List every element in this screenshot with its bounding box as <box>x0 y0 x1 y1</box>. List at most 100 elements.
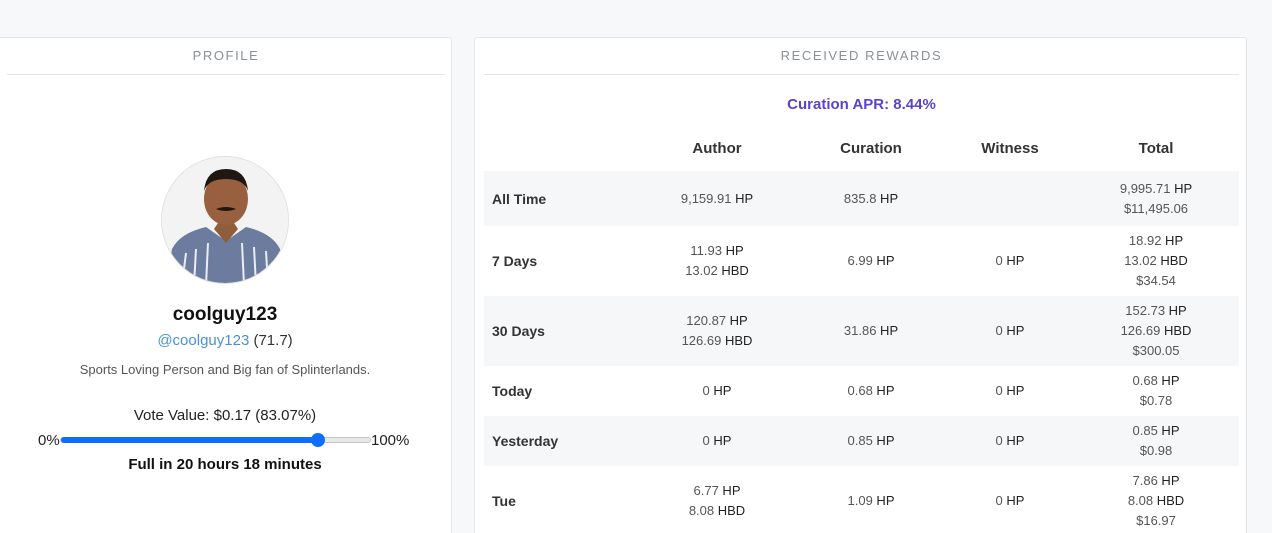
amount-value: 126.69 <box>1120 323 1161 338</box>
amount-value: 9,995.71 <box>1119 180 1171 196</box>
amount: 0 HP <box>996 321 1025 341</box>
slider-fill <box>61 437 318 443</box>
amount: 6.99 HP <box>848 251 895 271</box>
amount: $0.78 <box>1140 391 1173 411</box>
author-cell: 9,159.91 HP <box>642 171 792 226</box>
amount-unit: HP <box>1157 373 1180 388</box>
amount: 7.86 HP <box>1133 471 1180 491</box>
amount-unit: HP <box>872 433 895 448</box>
row-label: 30 Days <box>492 323 545 339</box>
amount: 13.02 HBD <box>1124 251 1188 271</box>
amount: 120.87 HP <box>686 311 747 331</box>
slider-thumb[interactable] <box>310 433 325 447</box>
amount-value: 8.08 <box>1127 493 1154 508</box>
amount-value: 0 <box>995 253 1003 268</box>
amount: 13.02 HBD <box>685 261 749 281</box>
amount-unit: HP <box>1157 473 1180 488</box>
table-row: 30 Days 120.87 HP 126.69 HBD 31.86 HP 0 HP 15… <box>484 296 1239 366</box>
amount: 0.68 HP <box>848 381 895 401</box>
amount-value: 126.69 <box>681 333 722 348</box>
amount-unit: HP <box>1170 180 1193 196</box>
amount-value: $0.98 <box>1139 443 1173 458</box>
amount-unit: HP <box>731 190 754 206</box>
amount: 0.85 HP <box>848 431 895 451</box>
amount: 11.93 HP <box>690 241 743 261</box>
avatar[interactable] <box>161 156 289 284</box>
amount: 31.86 HP <box>844 321 898 341</box>
amount-value: 6.77 <box>693 483 719 498</box>
amount: 126.69 HBD <box>1121 321 1192 341</box>
author-cell: 0 HP <box>642 416 792 466</box>
amount-unit: HP <box>1002 253 1025 268</box>
amount: 8.08 HBD <box>689 501 745 521</box>
amount-unit: HBD <box>1153 493 1185 508</box>
curation-apr: Curation APR: 8.44% <box>787 96 936 113</box>
rewards-card: RECEIVED REWARDS Curation APR: 8.44% Aut… <box>474 37 1247 533</box>
amount: 0.85 HP <box>1133 421 1180 441</box>
author-cell: 0 HP <box>642 366 792 416</box>
witness-cell: 0 HP <box>935 296 1085 366</box>
author-cell: 11.93 HP 13.02 HBD <box>642 226 792 296</box>
amount-value: $300.05 <box>1132 343 1180 358</box>
profile-about: Sports Loving Person and Big fan of Spli… <box>79 362 371 377</box>
witness-cell <box>935 171 1085 226</box>
witness-cell: 0 HP <box>935 366 1085 416</box>
amount: 8.08 HBD <box>1128 491 1184 511</box>
rewards-header: RECEIVED REWARDS <box>484 49 1239 75</box>
amount: 0 HP <box>996 381 1025 401</box>
author-cell: 6.77 HP 8.08 HBD <box>642 466 792 533</box>
amount-unit: HP <box>726 313 748 328</box>
amount-unit: HP <box>709 383 732 398</box>
amount-unit: HP <box>872 383 895 398</box>
display-name: coolguy123 <box>172 304 278 325</box>
slider-track[interactable] <box>60 433 371 447</box>
curation-cell: 835.8 HP <box>796 171 946 226</box>
slider-min-label: 0% <box>38 432 60 449</box>
amount-unit: HP <box>709 433 732 448</box>
total-cell: 0.85 HP $0.98 <box>1081 416 1231 466</box>
amount-unit: HBD <box>721 333 753 348</box>
amount-unit: HBD <box>714 503 746 518</box>
amount-value: 9,159.91 <box>680 190 732 206</box>
witness-cell: 0 HP <box>935 416 1085 466</box>
amount-value: 120.87 <box>686 313 727 328</box>
row-label: All Time <box>492 190 547 207</box>
profile-card: PROFILE coolguy123 @coolguy123 (71.7) Sp… <box>0 37 452 533</box>
amount-value: 1.09 <box>847 493 873 508</box>
amount-unit: HP <box>1002 433 1025 448</box>
avatar-image <box>162 157 288 283</box>
amount-value: 0.68 <box>847 383 873 398</box>
total-cell: 18.92 HP 13.02 HBD $34.54 <box>1081 226 1231 296</box>
amount: 152.73 HP <box>1125 301 1186 321</box>
amount-unit: HP <box>721 243 744 258</box>
amount-unit: HP <box>872 493 895 508</box>
amount-unit: HP <box>1157 423 1180 438</box>
amount-value: 0 <box>995 433 1003 448</box>
handle-link[interactable]: @coolguy123 <box>157 332 249 349</box>
amount-unit: HP <box>1165 303 1187 318</box>
amount: 9,995.71 HP <box>1120 179 1192 199</box>
total-cell: 152.73 HP 126.69 HBD $300.05 <box>1081 296 1231 366</box>
amount: 0 HP <box>996 431 1025 451</box>
amount-value: 18.92 <box>1128 233 1162 248</box>
amount-value: 6.99 <box>847 253 873 268</box>
table-body: All Time 9,159.91 HP 835.8 HP 9,995.71 HP $1… <box>484 171 1239 533</box>
amount: $16.97 <box>1136 511 1176 531</box>
amount: 0 HP <box>703 381 732 401</box>
amount-value: 13.02 <box>685 263 718 278</box>
amount-value: 0 <box>995 323 1003 338</box>
amount-value: 0 <box>995 383 1003 398</box>
witness-cell: 0 HP <box>935 466 1085 533</box>
amount-value: 0 <box>995 493 1003 508</box>
table-row: 7 Days 11.93 HP 13.02 HBD 6.99 HP 0 HP 18.92 … <box>484 226 1239 296</box>
total-cell: 9,995.71 HP $11,495.06 <box>1081 171 1231 226</box>
column-header-author: Author <box>692 140 742 157</box>
amount: 835.8 HP <box>844 189 898 209</box>
amount-value: 7.86 <box>1132 473 1158 488</box>
amount: 0 HP <box>996 251 1025 271</box>
amount-value: 0.68 <box>1132 373 1158 388</box>
curation-cell: 0.85 HP <box>796 416 946 466</box>
amount-value: 31.86 <box>843 323 877 338</box>
amount-unit: HP <box>718 483 741 498</box>
amount: 0.68 HP <box>1133 371 1180 391</box>
